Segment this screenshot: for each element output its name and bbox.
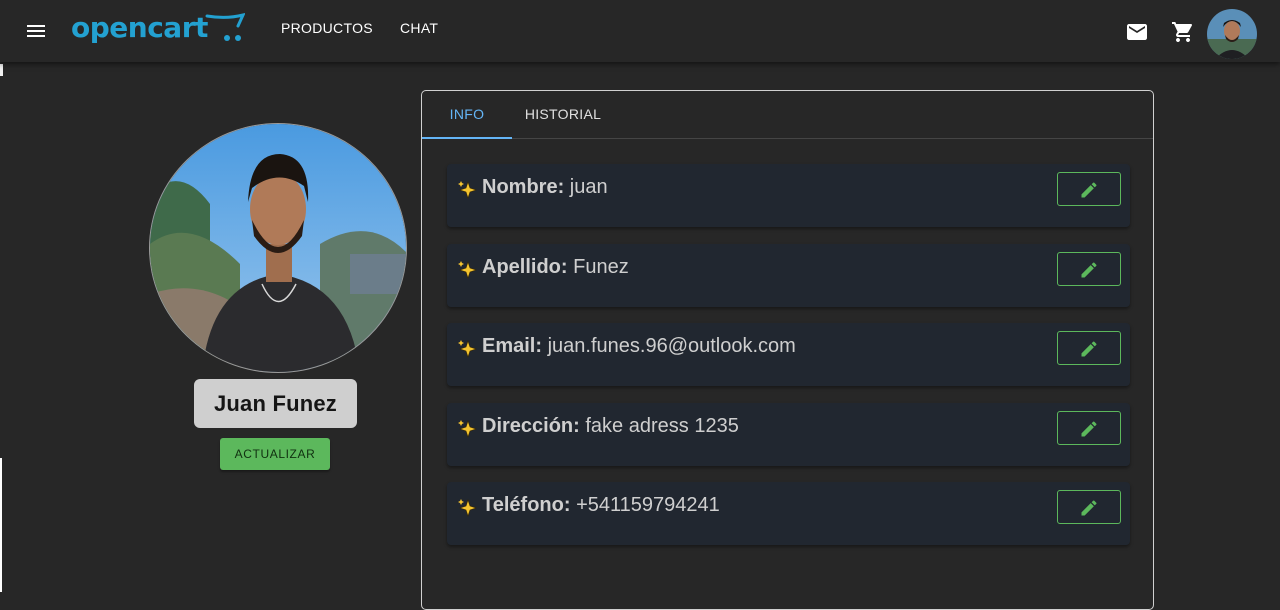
field-row-email: Email: juan.funes.96@outlook.com	[447, 323, 1130, 386]
sparkles-icon	[458, 420, 477, 438]
edit-button[interactable]	[1057, 490, 1121, 524]
pencil-icon	[1081, 262, 1097, 278]
mail-icon[interactable]	[1125, 20, 1149, 44]
pencil-icon	[1081, 421, 1097, 437]
menu-icon[interactable]	[24, 19, 48, 43]
update-button[interactable]: ACTUALIZAR	[220, 438, 330, 470]
field-name: Dirección:	[482, 415, 580, 437]
nav-productos[interactable]: PRODUCTOS	[281, 20, 373, 36]
app-bar: opencart PRODUCTOS CHAT	[0, 0, 1280, 62]
info-panel: INFO HISTORIAL Nombre: juan Apellido: Fu…	[421, 90, 1154, 610]
field-name: Teléfono:	[482, 494, 571, 516]
logo-text: opencart	[71, 11, 208, 44]
field-label: Nombre: juan	[482, 176, 608, 199]
pencil-icon	[1081, 182, 1097, 198]
nav-chat[interactable]: CHAT	[400, 20, 438, 36]
tab-info[interactable]: INFO	[422, 91, 512, 139]
avatar[interactable]	[1207, 9, 1257, 59]
field-value: Funez	[573, 256, 629, 278]
logo-cart-icon	[205, 12, 245, 41]
edit-button[interactable]	[1057, 172, 1121, 206]
sparkles-icon	[458, 261, 477, 279]
field-label: Apellido: Funez	[482, 256, 629, 279]
profile-photo	[149, 123, 407, 373]
edit-button[interactable]	[1057, 411, 1121, 445]
field-row-apellido: Apellido: Funez	[447, 244, 1130, 307]
tab-historial[interactable]: HISTORIAL	[512, 91, 614, 139]
profile-name: Juan Funez	[194, 379, 357, 428]
opencart-logo[interactable]: opencart	[71, 10, 245, 46]
edit-button[interactable]	[1057, 252, 1121, 286]
field-value: +541159794241	[576, 494, 720, 516]
pencil-icon	[1081, 500, 1097, 516]
edit-button[interactable]	[1057, 331, 1121, 365]
edge-strip	[0, 458, 2, 592]
field-value: fake adress 1235	[585, 415, 739, 437]
field-label: Email: juan.funes.96@outlook.com	[482, 335, 796, 358]
pencil-icon	[1081, 341, 1097, 357]
sparkles-icon	[458, 499, 477, 517]
field-value: juan.funes.96@outlook.com	[547, 335, 796, 357]
field-name: Apellido:	[482, 256, 568, 278]
field-row-telefono: Teléfono: +541159794241	[447, 482, 1130, 545]
field-value: juan	[569, 176, 608, 198]
field-label: Dirección: fake adress 1235	[482, 415, 739, 438]
field-name: Nombre:	[482, 176, 565, 198]
sparkles-icon	[458, 181, 477, 199]
edge-marker	[0, 64, 3, 76]
field-name: Email:	[482, 335, 543, 357]
field-row-direccion: Dirección: fake adress 1235	[447, 403, 1130, 466]
tab-bar: INFO HISTORIAL	[422, 91, 1153, 139]
field-row-nombre: Nombre: juan	[447, 164, 1130, 227]
field-label: Teléfono: +541159794241	[482, 494, 720, 517]
sparkles-icon	[458, 340, 477, 358]
cart-icon[interactable]	[1171, 20, 1195, 44]
